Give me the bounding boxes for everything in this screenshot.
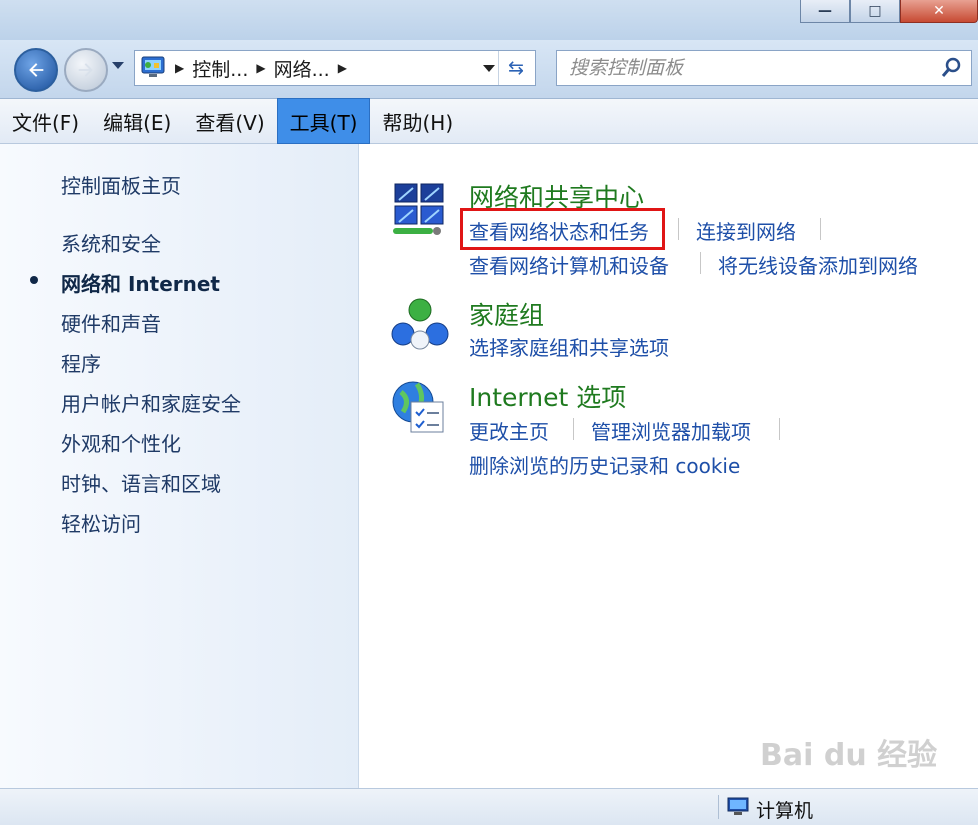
title-bar: — □ ✕	[0, 0, 978, 40]
status-separator	[718, 795, 719, 819]
sidebar-item-clock-language-region[interactable]: 时钟、语言和区域	[61, 468, 221, 497]
back-button[interactable]	[14, 48, 58, 92]
menu-file[interactable]: 文件(F)	[0, 99, 91, 143]
sidebar-item-appearance[interactable]: 外观和个性化	[61, 428, 181, 457]
highlight-box	[460, 208, 665, 250]
internet-options-icon	[392, 381, 444, 433]
sidebar-item-system-security[interactable]: 系统和安全	[61, 228, 161, 257]
menu-view[interactable]: 查看(V)	[183, 99, 276, 143]
address-divider	[498, 51, 499, 85]
breadcrumb-control-panel[interactable]: 控制...	[192, 55, 248, 82]
forward-button[interactable]	[64, 48, 108, 92]
menu-bar: 文件(F) 编辑(E) 查看(V) 工具(T) 帮助(H)	[0, 98, 978, 144]
link-homegroup-sharing-options[interactable]: 选择家庭组和共享选项	[469, 332, 669, 361]
search-box	[556, 50, 972, 86]
computer-icon	[727, 797, 749, 815]
link-view-network-computers[interactable]: 查看网络计算机和设备	[469, 250, 669, 279]
refresh-icon[interactable]: ⇆	[503, 57, 529, 79]
crumb-separator-icon: ▶	[337, 61, 347, 75]
link-separator	[779, 418, 780, 440]
recent-pages-dropdown-icon[interactable]	[112, 62, 124, 69]
crumb-separator-icon: ▶	[256, 61, 266, 75]
status-location: 计算机	[756, 800, 814, 822]
sidebar-item-user-accounts[interactable]: 用户帐户和家庭安全	[61, 388, 241, 417]
current-item-bullet-icon	[30, 276, 38, 284]
forward-arrow-icon	[78, 63, 93, 77]
link-separator	[700, 252, 701, 274]
sidebar-item-programs[interactable]: 程序	[61, 348, 101, 377]
sidebar-item-network-internet: 网络和 Internet	[61, 272, 220, 296]
back-arrow-icon	[29, 63, 44, 77]
menu-tools[interactable]: 工具(T)	[276, 98, 371, 144]
category-title-homegroup[interactable]: 家庭组	[469, 296, 544, 332]
address-bar[interactable]: ▶ 控制... ▶ 网络... ▶ ⇆	[134, 50, 536, 86]
network-icon	[393, 183, 444, 235]
main-content: 网络和共享中心 查看网络状态和任务 连接到网络 查看网络计算机和设备 将无线设备…	[359, 144, 978, 788]
breadcrumb-network[interactable]: 网络...	[274, 55, 330, 82]
status-bar: 计算机	[0, 788, 978, 825]
watermark: Bai du 经验	[760, 738, 938, 773]
link-connect-to-network[interactable]: 连接到网络	[696, 216, 796, 245]
link-separator	[573, 418, 574, 440]
link-separator	[678, 218, 679, 240]
maximize-button[interactable]: □	[850, 0, 900, 23]
crumb-separator-icon: ▶	[175, 61, 185, 75]
homegroup-icon	[391, 298, 449, 350]
sidebar: 控制面板主页 系统和安全 网络和 Internet 硬件和声音 程序 用户帐户和…	[0, 144, 359, 788]
link-change-home-page[interactable]: 更改主页	[469, 416, 549, 445]
window-controls: — □ ✕	[800, 0, 978, 23]
sidebar-item-hardware-sound[interactable]: 硬件和声音	[61, 308, 161, 337]
sidebar-item-ease-of-access[interactable]: 轻松访问	[61, 508, 141, 537]
search-input[interactable]	[567, 54, 931, 82]
address-dropdown-icon[interactable]	[483, 65, 495, 72]
search-icon[interactable]	[939, 56, 963, 80]
link-add-wireless-device[interactable]: 将无线设备添加到网络	[718, 250, 918, 279]
menu-help[interactable]: 帮助(H)	[370, 99, 465, 143]
link-separator	[820, 218, 821, 240]
link-delete-browsing-history[interactable]: 删除浏览的历史记录和 cookie	[469, 450, 740, 479]
menu-edit[interactable]: 编辑(E)	[91, 99, 183, 143]
sidebar-item-control-panel-home[interactable]: 控制面板主页	[61, 170, 181, 199]
minimize-button[interactable]: —	[800, 0, 850, 23]
control-panel-icon	[141, 56, 165, 77]
close-button[interactable]: ✕	[900, 0, 978, 23]
category-title-internet-options[interactable]: Internet 选项	[469, 378, 626, 414]
link-manage-addons[interactable]: 管理浏览器加载项	[591, 416, 751, 445]
